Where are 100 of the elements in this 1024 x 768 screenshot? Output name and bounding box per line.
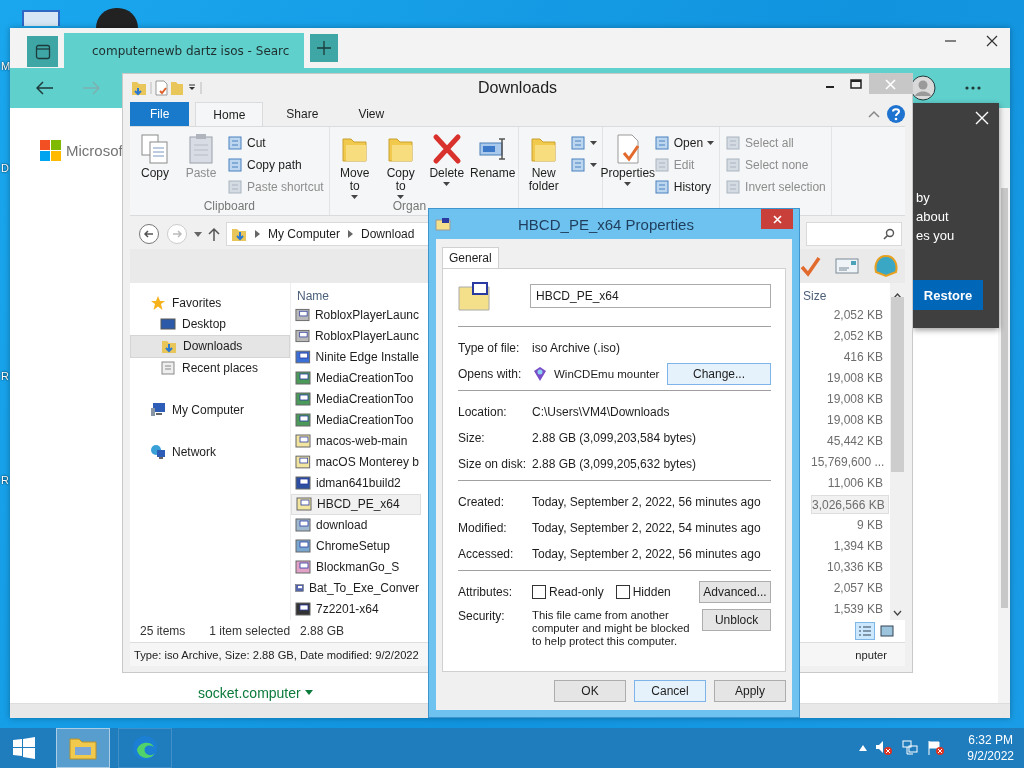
windows-logo-icon[interactable] bbox=[12, 736, 36, 760]
nav-item[interactable]: Favorites bbox=[130, 292, 290, 314]
network-icon[interactable] bbox=[901, 740, 920, 756]
file-size-cell[interactable]: 2,052 KB bbox=[811, 326, 889, 346]
file-name-cell[interactable]: ChromeSetup bbox=[291, 536, 419, 556]
nav-item[interactable]: Downloads bbox=[130, 334, 290, 358]
close-button[interactable] bbox=[761, 209, 793, 229]
file-size-cell[interactable]: 416 KB bbox=[811, 347, 889, 367]
clock-time[interactable]: 6:32 PM bbox=[968, 732, 1013, 748]
card-icon[interactable] bbox=[835, 257, 859, 274]
file-name-cell[interactable]: macos-web-main bbox=[291, 431, 419, 451]
back-icon[interactable] bbox=[138, 223, 160, 246]
ribbon-button[interactable]: Copy bbox=[135, 133, 175, 199]
help-icon[interactable] bbox=[886, 104, 906, 125]
file-name-cell[interactable]: BlockmanGo_S bbox=[291, 557, 419, 577]
clock-date[interactable]: 9/2/2022 bbox=[967, 748, 1014, 764]
browser-tab[interactable]: computernewb dartz isos - Searc bbox=[64, 33, 304, 68]
down-caret-icon[interactable] bbox=[893, 609, 902, 616]
file-name-cell[interactable]: macOS Monterey b bbox=[291, 452, 419, 472]
checkbox[interactable] bbox=[615, 585, 630, 599]
change-button[interactable]: Change... bbox=[667, 363, 771, 385]
ribbon-tab[interactable]: Home bbox=[195, 102, 264, 126]
dialog-tab[interactable]: General bbox=[442, 247, 499, 268]
ribbon-button[interactable]: Copy path bbox=[227, 155, 324, 175]
nav-item[interactable]: Desktop bbox=[130, 313, 290, 335]
chevron-icon[interactable] bbox=[348, 230, 354, 239]
scrollbar[interactable] bbox=[1001, 188, 1008, 608]
scrollbar-thumb[interactable] bbox=[891, 296, 904, 472]
dialog-button[interactable]: Cancel bbox=[634, 680, 706, 702]
checkbox[interactable] bbox=[532, 585, 546, 599]
file-size-cell[interactable]: 15,769,600 ... bbox=[811, 452, 889, 472]
dialog-button[interactable]: OK bbox=[554, 680, 626, 702]
monitor-icon[interactable] bbox=[22, 10, 60, 26]
up-arrow-icon[interactable] bbox=[208, 227, 220, 242]
nav-item[interactable]: My Computer bbox=[130, 399, 290, 421]
file-name-cell[interactable]: 7z2201-x64 bbox=[291, 599, 419, 619]
file-size-cell[interactable]: 19,008 KB bbox=[811, 389, 889, 409]
file-name-cell[interactable]: MediaCreationToo bbox=[291, 368, 419, 388]
sidebar-button[interactable] bbox=[27, 36, 58, 67]
checkmark-icon[interactable] bbox=[799, 254, 821, 277]
file-size-cell[interactable]: 45,442 KB bbox=[811, 431, 889, 451]
breadcrumb[interactable]: Download bbox=[361, 227, 415, 242]
flag-icon[interactable] bbox=[927, 740, 946, 756]
view-button[interactable] bbox=[855, 621, 875, 640]
ribbon-button[interactable] bbox=[569, 133, 597, 153]
taskbar-button[interactable] bbox=[118, 728, 172, 768]
chevron-icon[interactable] bbox=[255, 230, 260, 239]
shell-icon[interactable] bbox=[873, 253, 899, 278]
unblock-button[interactable]: Unblock bbox=[702, 609, 771, 631]
nav-item[interactable]: Recent places bbox=[130, 357, 290, 379]
file-name-cell[interactable]: MediaCreationToo bbox=[291, 410, 419, 430]
caret-icon[interactable] bbox=[194, 231, 202, 237]
ribbon-button[interactable]: Cut bbox=[227, 133, 324, 153]
file-size-cell[interactable]: 10,336 KB bbox=[811, 557, 889, 577]
file-name-cell[interactable]: RobloxPlayerLaunc bbox=[291, 326, 419, 346]
file-size-cell[interactable]: 9 KB bbox=[811, 515, 889, 535]
file-size-cell[interactable]: 1,394 KB bbox=[811, 536, 889, 556]
caret-icon[interactable] bbox=[304, 690, 313, 696]
collapse-caret-icon[interactable] bbox=[868, 110, 880, 119]
ribbon-button[interactable] bbox=[569, 155, 597, 175]
back-arrow-icon[interactable] bbox=[36, 81, 54, 95]
nav-item[interactable]: Network bbox=[130, 441, 290, 463]
ribbon-button[interactable]: History bbox=[653, 177, 715, 197]
ribbon-button[interactable]: Open bbox=[653, 133, 715, 153]
dialog-button[interactable]: Apply bbox=[714, 680, 786, 702]
caret-icon[interactable] bbox=[859, 745, 868, 751]
file-name-cell[interactable]: download bbox=[291, 515, 419, 535]
new-tab-button[interactable] bbox=[310, 34, 338, 62]
file-size-cell[interactable]: 19,008 KB bbox=[811, 410, 889, 430]
ribbon-tab[interactable]: Share bbox=[269, 102, 336, 126]
file-name-cell[interactable]: MediaCreationToo bbox=[291, 389, 419, 409]
restore-button[interactable]: Restore bbox=[913, 280, 983, 310]
ribbon-tab[interactable]: File bbox=[130, 102, 190, 126]
search-field[interactable] bbox=[806, 222, 902, 247]
close-icon[interactable] bbox=[986, 35, 998, 47]
file-size-cell[interactable]: 19,008 KB bbox=[811, 368, 889, 388]
file-name-field[interactable]: HBCD_PE_x64 bbox=[530, 284, 771, 308]
ribbon-tab[interactable]: View bbox=[341, 102, 402, 126]
file-name-cell[interactable]: HBCD_PE_x64 bbox=[291, 493, 421, 515]
ribbon-button[interactable]: Rename bbox=[472, 133, 513, 199]
file-name-cell[interactable]: RobloxPlayerLaunc bbox=[291, 305, 419, 325]
file-name-cell[interactable]: Ninite Edge Installe bbox=[291, 347, 419, 367]
column-header[interactable]: Size bbox=[803, 288, 889, 303]
checkbox-label[interactable]: Hidden bbox=[632, 585, 671, 599]
ribbon-button[interactable]: Delete bbox=[426, 133, 467, 199]
advanced-button[interactable]: Advanced... bbox=[699, 581, 771, 603]
ribbon-button[interactable]: Copy to bbox=[380, 133, 421, 199]
scrollbar[interactable] bbox=[890, 282, 905, 620]
checkbox-label[interactable]: Read-only bbox=[549, 585, 604, 599]
file-size-cell[interactable]: 2,057 KB bbox=[811, 578, 889, 598]
file-name-cell[interactable]: idman641build2 bbox=[291, 473, 419, 493]
site-link[interactable]: socket.computer bbox=[198, 685, 301, 701]
file-name-cell[interactable]: Bat_To_Exe_Conver bbox=[291, 578, 419, 598]
ribbon-button[interactable]: Move to bbox=[334, 133, 375, 199]
file-size-cell[interactable]: 2,052 KB bbox=[811, 305, 889, 325]
more-icon[interactable] bbox=[964, 85, 982, 91]
muted-speaker-icon[interactable] bbox=[875, 740, 894, 756]
file-size-cell[interactable]: 3,026,566 KB bbox=[811, 494, 889, 514]
file-size-cell[interactable]: 1,539 KB bbox=[811, 599, 889, 619]
breadcrumb[interactable]: My Computer bbox=[268, 227, 341, 242]
